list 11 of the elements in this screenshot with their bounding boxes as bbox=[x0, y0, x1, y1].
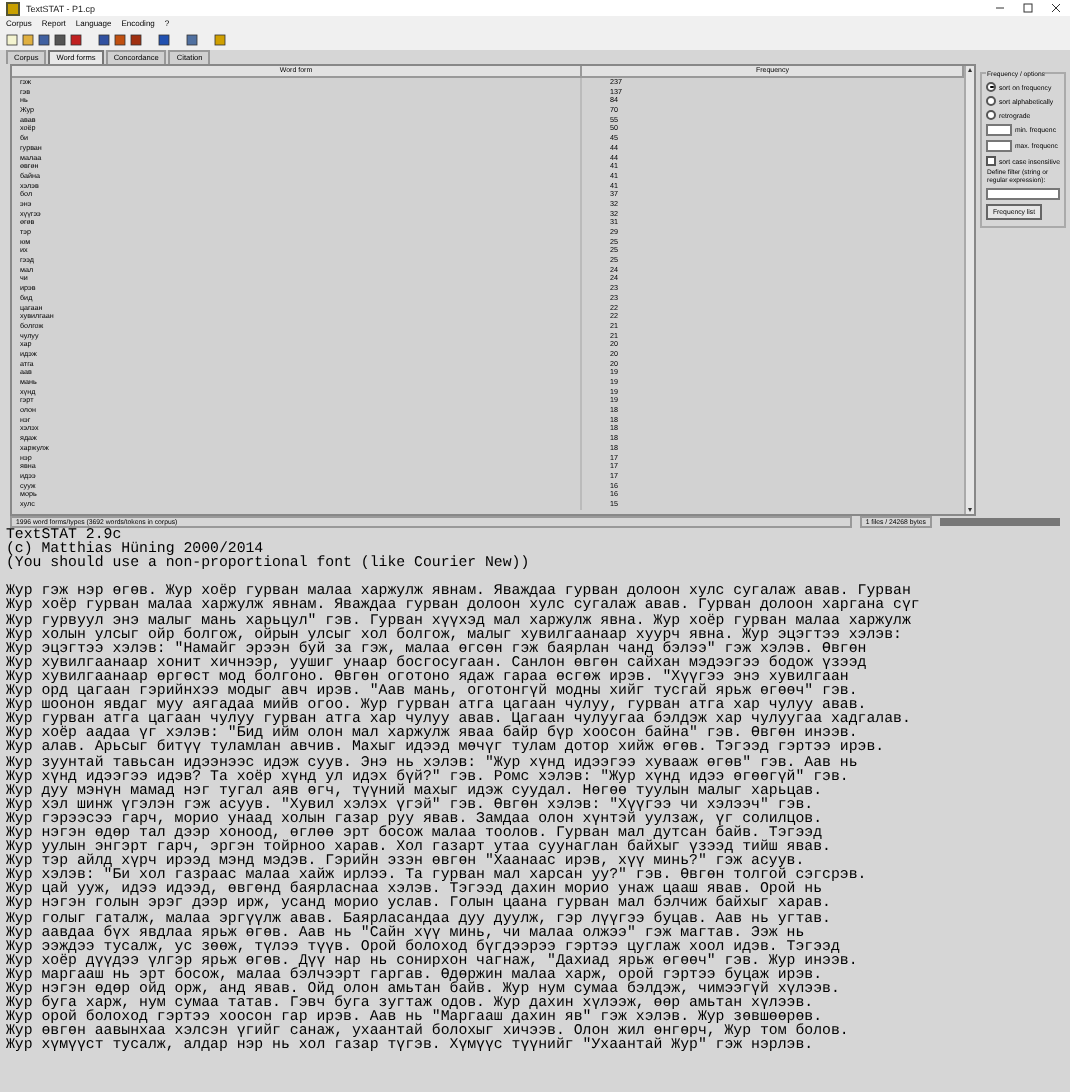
spin-field[interactable] bbox=[986, 140, 1013, 152]
scroll-down-icon[interactable] bbox=[966, 506, 975, 514]
scrollbar[interactable] bbox=[964, 66, 975, 514]
status-bar-panel bbox=[940, 518, 1060, 526]
radio-button[interactable] bbox=[986, 110, 997, 120]
spin-field[interactable] bbox=[986, 124, 1013, 136]
radio-button[interactable] bbox=[986, 96, 997, 106]
radio-button[interactable] bbox=[986, 82, 997, 92]
checkbox[interactable] bbox=[986, 156, 997, 166]
app-icon bbox=[6, 1, 20, 15]
filter-field[interactable] bbox=[986, 188, 1060, 201]
